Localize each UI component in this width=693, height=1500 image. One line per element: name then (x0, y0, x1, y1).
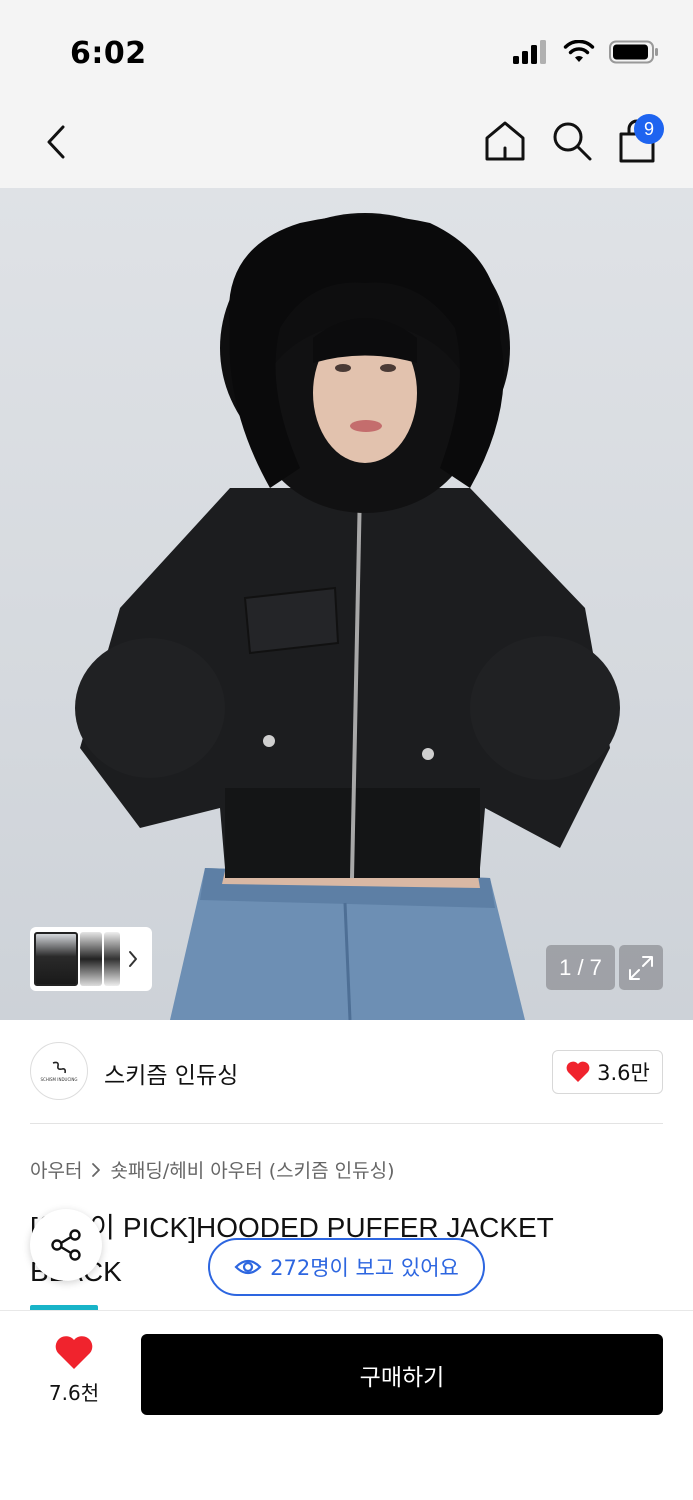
home-button[interactable] (482, 118, 528, 164)
product-photo (75, 213, 620, 1020)
heart-icon (566, 1061, 590, 1082)
thumbnail-strip[interactable] (30, 927, 152, 991)
status-icons (513, 40, 659, 64)
viewers-indicator: 272명이 보고 있어요 (208, 1238, 485, 1296)
thumbnail-1[interactable] (34, 932, 78, 986)
breadcrumb: 아우터 숏패딩/헤비 아우터 (스키즘 인듀싱) (30, 1156, 395, 1183)
breadcrumb-item-subcategory[interactable]: 숏패딩/헤비 아우터 (스키즘 인듀싱) (110, 1156, 394, 1183)
share-button[interactable] (30, 1209, 102, 1281)
brand-logo[interactable]: SCHISM INDUCING (30, 1042, 88, 1100)
expand-image-button[interactable] (619, 945, 663, 990)
viewers-text: 272명이 보고 있어요 (270, 1256, 459, 1280)
brand-logo-mark (52, 1061, 66, 1073)
eye-icon (234, 1259, 262, 1275)
heart-icon (55, 1335, 93, 1369)
back-button[interactable] (36, 118, 76, 166)
thumbnail-3[interactable] (104, 932, 120, 986)
nav-header (0, 100, 693, 188)
brand-like-button[interactable]: 3.6만 (552, 1050, 663, 1094)
brand-like-count: 3.6만 (597, 1061, 650, 1085)
cart-count-badge: 9 (634, 114, 664, 144)
breadcrumb-item-category[interactable]: 아우터 (30, 1156, 82, 1183)
divider (30, 1123, 663, 1124)
thumbnail-next-button[interactable] (122, 939, 144, 979)
wifi-icon (563, 40, 595, 62)
thumbnail-2[interactable] (80, 932, 102, 986)
status-bar: 6:02 (0, 0, 693, 100)
chevron-left-icon (47, 125, 65, 159)
home-icon (485, 121, 525, 161)
buy-button[interactable]: 구매하기 (141, 1334, 663, 1415)
like-button[interactable]: 7.6천 (30, 1330, 118, 1410)
brand-name[interactable]: 스키즘 인듀싱 (104, 1056, 238, 1090)
search-button[interactable] (549, 118, 595, 164)
battery-icon (609, 40, 658, 64)
brand-row: SCHISM INDUCING 스키즘 인듀싱 3.6만 (0, 1020, 693, 1124)
share-icon (51, 1229, 81, 1261)
status-time: 6:02 (70, 36, 147, 71)
brand-logo-text: SCHISM INDUCING (40, 1076, 78, 1082)
like-count: 7.6천 (48, 1380, 100, 1405)
cellular-signal-icon (513, 40, 546, 64)
image-page-counter: 1 / 7 (546, 945, 615, 990)
chevron-right-icon (90, 1161, 102, 1179)
search-icon (553, 122, 592, 161)
product-image[interactable] (0, 188, 693, 1020)
chevron-right-icon (129, 951, 137, 967)
expand-icon (629, 955, 653, 980)
